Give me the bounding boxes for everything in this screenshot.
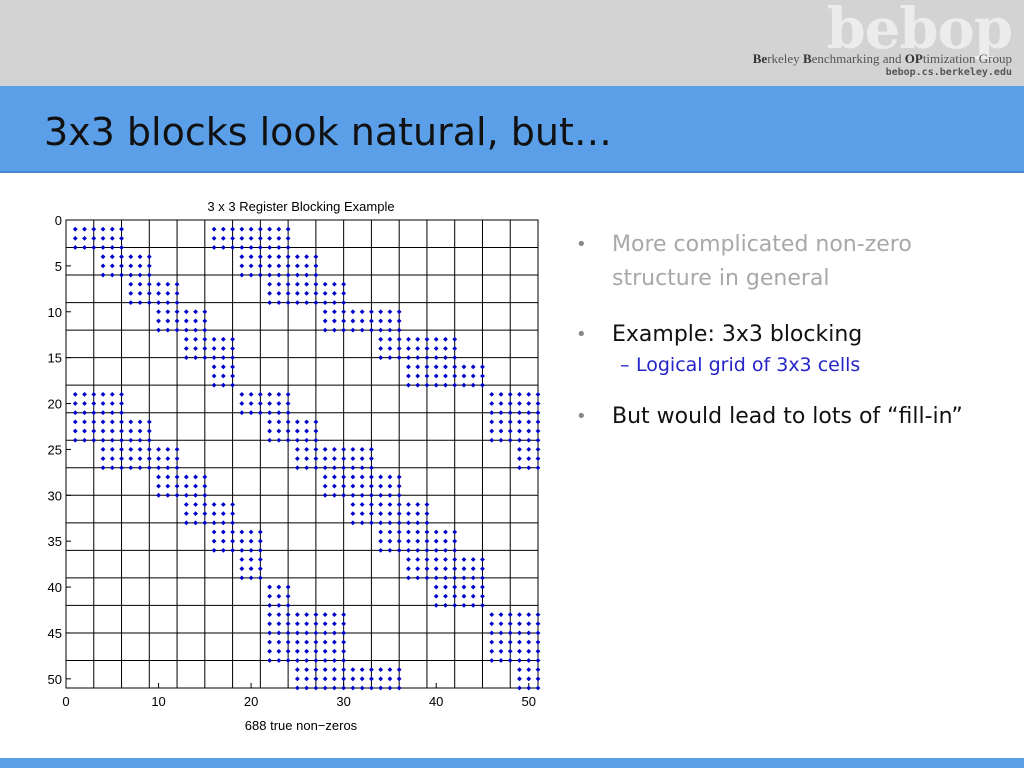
- x-tick-label: 50: [522, 694, 536, 709]
- y-tick-label: 50: [48, 672, 62, 687]
- y-tick-label: 5: [55, 259, 62, 274]
- sub-bullet-grid: – Logical grid of 3x3 cells: [612, 352, 1016, 378]
- sub-bullet-list: – Logical grid of 3x3 cells: [612, 352, 1016, 378]
- bullet-dot-icon: •: [576, 234, 587, 255]
- x-tick-label: 0: [62, 694, 69, 709]
- block-grid: [65, 219, 539, 689]
- spy-plot: 3 x 3 Register Blocking Example 0 10 20 30 4…: [48, 199, 541, 733]
- bullet-text: More complicated non-zero structure in g…: [612, 232, 912, 291]
- bullet-example: • Example: 3x3 blocking – Logical grid of …: [576, 318, 1016, 378]
- header-band: bebop Berkeley Benchmarking and OPtimiza…: [0, 0, 1024, 86]
- x-tick-label: 20: [244, 694, 258, 709]
- bullet-dot-icon: •: [576, 324, 587, 345]
- chart-title: 3 x 3 Register Blocking Example: [207, 199, 394, 214]
- y-tick-label: 0: [55, 213, 62, 228]
- y-tick-label: 45: [48, 626, 62, 641]
- x-axis-label: 688 true non−zeros: [245, 718, 358, 733]
- y-tick-label: 35: [48, 534, 62, 549]
- x-tick-label: 30: [336, 694, 350, 709]
- bullet-text: But would lead to lots of “fill-in”: [612, 404, 963, 429]
- bullet-structure: • More complicated non-zero structure in …: [576, 228, 1016, 296]
- y-tick-label: 10: [48, 305, 62, 320]
- bullet-text: Example: 3x3 blocking: [612, 322, 863, 347]
- y-tick-label: 25: [48, 442, 62, 457]
- slide-title: 3x3 blocks look natural, but…: [44, 110, 612, 154]
- x-tick-label: 40: [429, 694, 443, 709]
- bullet-dot-icon: •: [576, 406, 587, 427]
- dash-icon: –: [620, 354, 630, 376]
- y-tick-label: 20: [48, 397, 62, 412]
- y-tick-label: 30: [48, 488, 62, 503]
- y-tick-label: 40: [48, 580, 62, 595]
- footer-band: [0, 758, 1024, 768]
- plot-area: [66, 220, 538, 688]
- y-tick-label: 15: [48, 351, 62, 366]
- bullet-fill-in: • But would lead to lots of “fill-in”: [576, 400, 1016, 434]
- title-band: 3x3 blocks look natural, but…: [0, 86, 1024, 173]
- x-tick-label: 10: [151, 694, 165, 709]
- bullet-list: • More complicated non-zero structure in …: [576, 228, 1016, 456]
- group-name: Berkeley Benchmarking and OPtimization G…: [752, 51, 1012, 66]
- sub-bullet-text: Logical grid of 3x3 cells: [636, 354, 861, 376]
- group-url: bebop.cs.berkeley.edu: [885, 67, 1012, 78]
